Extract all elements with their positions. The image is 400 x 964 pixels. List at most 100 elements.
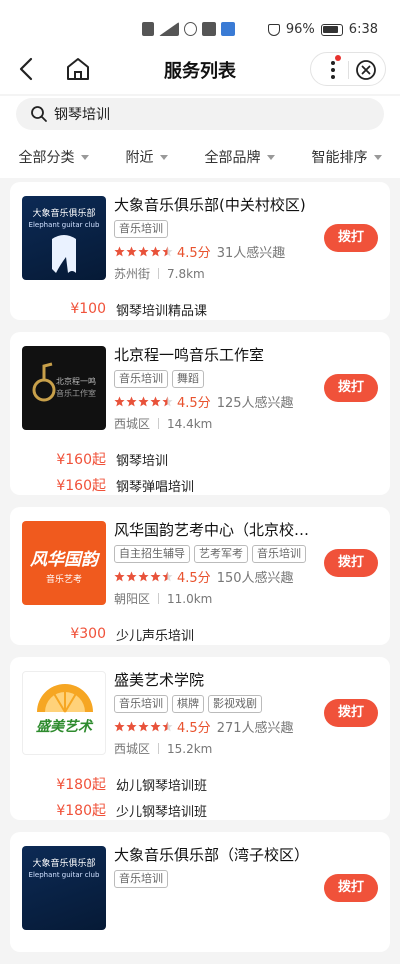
- call-button[interactable]: 拨打: [324, 224, 378, 252]
- star-icon: [162, 396, 173, 407]
- shop-name[interactable]: 北京程一鸣音乐工作室: [114, 344, 320, 366]
- thumb-brand-text: 大象音乐俱乐部: [32, 209, 96, 219]
- shop-thumbnail: 大象音乐俱乐部 Elephant guitar club: [22, 196, 106, 280]
- star-icon: [162, 721, 173, 732]
- call-button[interactable]: 拨打: [324, 874, 378, 902]
- service-card[interactable]: 北京程一鸣 音乐工作室 北京程一鸣音乐工作室 音乐培训 舞蹈 4.5分 125人…: [10, 332, 390, 495]
- offer-price: ¥180起: [56, 777, 106, 793]
- offer-list: ¥180起 幼儿钢琴培训班 ¥180起 少儿钢琴培训班: [22, 771, 378, 823]
- offer-item[interactable]: ¥160起 钢琴弹唱培训: [22, 472, 378, 498]
- offer-name: 钢琴培训精品课: [116, 303, 208, 319]
- thumb-brand-subtext: 音乐工作室: [56, 389, 96, 398]
- interest-count: 150人感兴趣: [216, 571, 294, 586]
- elephant-logo-icon: [52, 235, 76, 273]
- star-icon: [126, 721, 137, 732]
- tag: 音乐培训: [114, 220, 168, 238]
- divider: [158, 593, 160, 604]
- distance: 15.2km: [167, 741, 213, 756]
- thumb-brand-subtext: Elephant guitar club: [28, 871, 100, 879]
- notification-dot: [335, 55, 341, 61]
- shop-name[interactable]: 风华国韵艺考中心（北京校…: [114, 519, 320, 541]
- call-button[interactable]: 拨打: [324, 699, 378, 727]
- filter-brand[interactable]: 全部品牌: [205, 147, 275, 167]
- shop-name[interactable]: 大象音乐俱乐部(中关村校区): [114, 194, 320, 216]
- star-icon: [150, 571, 161, 582]
- chevron-down-icon: [159, 154, 168, 160]
- thumb-brand-text: 北京程一鸣: [56, 377, 96, 386]
- search-input[interactable]: [54, 106, 354, 122]
- service-card[interactable]: 风华国韵 音乐艺考 风华国韵艺考中心（北京校… 自主招生辅导 艺考军考 音乐培训…: [10, 507, 390, 645]
- street: 西城区: [114, 417, 151, 431]
- capsule-divider: [348, 61, 349, 79]
- chevron-down-icon: [373, 154, 382, 160]
- offer-item[interactable]: ¥180起 幼儿钢琴培训班: [22, 771, 378, 797]
- orange-slice-logo-icon: [37, 684, 93, 713]
- divider: [158, 268, 160, 279]
- star-icon: [126, 571, 137, 582]
- offer-item[interactable]: ¥100 钢琴培训精品课: [22, 296, 378, 322]
- thumb-brand-subtext: 音乐艺考: [45, 575, 82, 585]
- call-button[interactable]: 拨打: [324, 374, 378, 402]
- street: 西城区: [114, 742, 151, 756]
- star-icon: [162, 246, 173, 257]
- tag: 影视戏剧: [208, 695, 262, 713]
- service-card[interactable]: 大象音乐俱乐部 Elephant guitar club 大象音乐俱乐部(中关村…: [10, 182, 390, 320]
- tag: 音乐培训: [114, 870, 168, 888]
- star-icon: [138, 246, 149, 257]
- tag: 音乐培训: [114, 370, 168, 388]
- star-icon: [138, 571, 149, 582]
- offer-name: 少儿声乐培训: [116, 628, 195, 644]
- offer-name: 钢琴培训: [116, 453, 169, 469]
- offer-price: ¥100: [70, 301, 106, 317]
- shop-name[interactable]: 大象音乐俱乐部（湾子校区）: [114, 844, 320, 866]
- star-icon: [150, 721, 161, 732]
- weather-icon: [221, 22, 235, 36]
- service-card[interactable]: 大象音乐俱乐部 Elephant guitar club 大象音乐俱乐部（湾子校…: [10, 832, 390, 952]
- divider: [158, 418, 160, 429]
- offer-list: ¥300 少儿声乐培训: [22, 621, 378, 647]
- filter-nearby[interactable]: 附近: [126, 147, 168, 167]
- filter-label: 智能排序: [311, 150, 368, 166]
- battery-icon: [320, 23, 343, 36]
- clock: 6:38: [348, 22, 378, 37]
- star-icon: [114, 246, 125, 257]
- chat-icon: [184, 22, 197, 36]
- filter-label: 全部分类: [18, 150, 75, 166]
- offer-list: ¥160起 钢琴培训 ¥160起 钢琴弹唱培训: [22, 446, 378, 498]
- filter-label: 附近: [125, 150, 154, 166]
- hd-icon: [142, 22, 154, 36]
- tag: 音乐培训: [252, 545, 306, 563]
- filter-sort[interactable]: 智能排序: [312, 147, 382, 167]
- offer-item[interactable]: ¥180起 少儿钢琴培训班: [22, 797, 378, 823]
- status-right: 96% 6:38: [267, 22, 378, 37]
- star-rating: [114, 571, 173, 582]
- offer-price: ¥160起: [56, 478, 106, 494]
- chevron-down-icon: [266, 154, 275, 160]
- star-icon: [150, 246, 161, 257]
- offer-item[interactable]: ¥300 少儿声乐培训: [22, 621, 378, 647]
- mail-icon: [202, 22, 216, 36]
- filter-category[interactable]: 全部分类: [19, 147, 89, 167]
- tag: 音乐培训: [114, 695, 168, 713]
- service-card[interactable]: 盛美艺术 盛美艺术学院 音乐培训 棋牌 影视戏剧 4.5分 271人感兴趣 西城…: [10, 657, 390, 820]
- location-row: 西城区 15.2km: [114, 740, 378, 757]
- star-rating: [114, 721, 173, 732]
- thumb-brand-subtext: Elephant guitar club: [28, 221, 100, 229]
- navbar: 服务列表: [0, 44, 400, 94]
- star-icon: [114, 721, 125, 732]
- call-button[interactable]: 拨打: [324, 549, 378, 577]
- thumb-brand-text: 盛美艺术: [36, 719, 92, 735]
- filter-bar: 全部分类 附近 全部品牌 智能排序: [0, 136, 400, 178]
- search-bar-container: [0, 96, 400, 136]
- search-bar[interactable]: [16, 98, 384, 130]
- star-icon: [114, 571, 125, 582]
- close-icon[interactable]: [355, 59, 377, 81]
- rating-score: 4.5分: [177, 571, 211, 586]
- shop-thumbnail: 大象音乐俱乐部 Elephant guitar club: [22, 846, 106, 930]
- shop-name[interactable]: 盛美艺术学院: [114, 669, 320, 691]
- offer-item[interactable]: ¥160起 钢琴培训: [22, 446, 378, 472]
- street: 朝阳区: [114, 592, 151, 606]
- thumb-brand-text: 大象音乐俱乐部: [32, 859, 96, 869]
- more-icon[interactable]: [321, 58, 345, 82]
- tag: 棋牌: [172, 695, 204, 713]
